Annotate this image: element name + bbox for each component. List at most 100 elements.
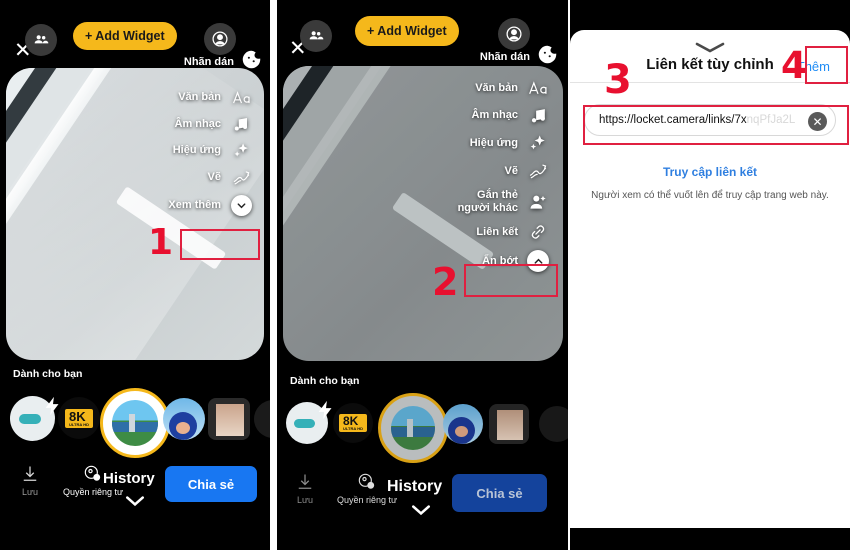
menu-item-label: Ẩn bớt xyxy=(482,254,518,267)
link-chain-icon[interactable] xyxy=(527,222,549,242)
menu-item-ve[interactable]: Vẽ xyxy=(164,164,256,191)
menu-item-label: Âm nhạc xyxy=(471,109,518,122)
chevron-down-icon[interactable] xyxy=(124,495,146,507)
bottom-bar xyxy=(570,528,850,550)
annotation-number-1: 1 xyxy=(148,222,174,263)
text-aa-icon[interactable] xyxy=(527,78,549,98)
helper-text: Người xem có thể vuốt lên để truy cập tr… xyxy=(591,190,829,201)
text-aa-icon[interactable] xyxy=(230,88,252,107)
chevron-down-circle-icon[interactable] xyxy=(230,195,252,216)
music-note-icon[interactable] xyxy=(230,115,252,133)
for-you-section-2: Dành cho bạn xyxy=(277,375,568,387)
phone-panel-1: ✕ + Add Widget Nhãn dán Văn bản Âm nhạc … xyxy=(0,0,270,550)
url-input-field[interactable]: https://locket.camera/links/7x nqPfJa2L … xyxy=(584,104,836,136)
share-button[interactable]: Chia sẻ xyxy=(165,466,257,502)
thumbnail-item[interactable]: 8K ULTRA HD xyxy=(58,397,100,439)
chevron-down-icon[interactable] xyxy=(410,504,432,516)
music-note-icon[interactable] xyxy=(527,106,549,125)
annotation-number-4: 4 xyxy=(781,44,807,87)
sticker-label: Nhãn dán xyxy=(183,56,234,68)
privacy-gear-icon xyxy=(84,465,101,481)
url-input-ghost: nqPfJa2L xyxy=(746,114,796,126)
thumbnail-item[interactable] xyxy=(163,398,205,440)
url-input-value: https://locket.camera/links/7x xyxy=(599,114,747,126)
share-button[interactable]: Chia sẻ xyxy=(452,474,547,512)
action-bar-1: Lưu Quyền riêng tư History Chia sẻ xyxy=(0,462,270,512)
menu-item-label: Hiệu ứng xyxy=(469,136,518,149)
thumbnail-item-selected[interactable] xyxy=(391,406,435,450)
thumbnail-item[interactable] xyxy=(539,406,568,442)
thumbnail-item[interactable] xyxy=(208,398,250,440)
menu-item-van-ban[interactable]: Văn bản xyxy=(442,74,553,102)
download-icon xyxy=(298,474,312,489)
save-action[interactable]: Lưu xyxy=(20,464,40,497)
scribble-icon[interactable] xyxy=(527,161,549,181)
action-bar-2: Lưu Quyền riêng tư History Chia sẻ xyxy=(277,470,568,522)
menu-item-label: Liên kết xyxy=(476,225,518,238)
privacy-label: Quyền riêng tư xyxy=(337,495,398,505)
history-label[interactable]: History xyxy=(387,478,442,496)
add-widget-label: + Add Widget xyxy=(367,24,447,38)
chevron-down-grabber-icon[interactable] xyxy=(693,40,727,54)
edit-menu-2: Văn bản Âm nhạc Hiệu ứng Vẽ Gắn thẻ ngườ… xyxy=(442,74,553,276)
friends-icon[interactable] xyxy=(25,24,57,56)
sticker-row-2[interactable]: Nhãn dán xyxy=(480,44,558,70)
bottom-bar xyxy=(0,534,270,550)
menu-item-hieu-ung[interactable]: Hiệu ứng xyxy=(164,137,256,164)
for-you-title: Dành cho bạn xyxy=(13,368,83,380)
save-action[interactable]: Lưu xyxy=(295,472,315,505)
photo-preview-1[interactable]: Văn bản Âm nhạc Hiệu ứng Vẽ Xem thêm xyxy=(6,68,264,360)
save-label: Lưu xyxy=(296,495,314,505)
menu-item-am-nhac[interactable]: Âm nhạc xyxy=(164,111,256,137)
menu-item-label: Xem thêm xyxy=(168,199,221,212)
edit-menu-1: Văn bản Âm nhạc Hiệu ứng Vẽ Xem thêm xyxy=(164,84,256,220)
clear-circle-icon[interactable]: ✕ xyxy=(808,112,827,131)
thumbnail-item-selected[interactable] xyxy=(112,400,158,446)
history-label[interactable]: History xyxy=(103,470,155,487)
thumbnail-item[interactable] xyxy=(254,400,270,438)
friends-icon[interactable] xyxy=(300,20,332,52)
menu-item-ve[interactable]: Vẽ xyxy=(442,157,553,185)
share-label: Chia sẻ xyxy=(476,485,523,501)
thumbnail-strip-1[interactable]: 8K ULTRA HD xyxy=(0,388,270,458)
thumbnail-item[interactable] xyxy=(443,404,483,444)
menu-item-gan-the[interactable]: Gắn thẻ người khác xyxy=(442,185,553,218)
menu-item-am-nhac[interactable]: Âm nhạc xyxy=(442,102,553,129)
phone-panel-2: ✕ + Add Widget Nhãn dán Văn bản Âm nhạc … xyxy=(277,0,568,550)
sticker-row-1[interactable]: Nhãn dán xyxy=(184,49,262,75)
chevron-up-circle-icon[interactable] xyxy=(527,250,549,273)
visit-link-button[interactable]: Truy cập liên kết xyxy=(570,165,850,179)
thumbnail-item[interactable]: 8K ULTRA HD xyxy=(333,403,373,443)
save-label: Lưu xyxy=(21,487,39,497)
menu-item-van-ban[interactable]: Văn bản xyxy=(164,84,256,111)
menu-item-label: Hiệu ứng xyxy=(172,144,221,157)
menu-item-label: Âm nhạc xyxy=(174,117,221,130)
for-you-section-1: Dành cho bạn xyxy=(0,368,270,380)
screenshot-stage: ✕ + Add Widget Nhãn dán Văn bản Âm nhạc … xyxy=(0,0,850,550)
custom-link-sheet: Liên kết tùy chỉnh Thêm https://locket.c… xyxy=(570,30,850,528)
menu-item-label: Vẽ xyxy=(504,164,518,177)
sticker-icon[interactable] xyxy=(537,44,558,70)
add-widget-button[interactable]: + Add Widget xyxy=(73,22,177,50)
bottom-bar xyxy=(277,534,568,550)
sticker-icon[interactable] xyxy=(241,49,262,75)
sparkles-icon[interactable] xyxy=(527,133,549,153)
privacy-gear-icon xyxy=(358,473,375,489)
xem-them-menu-item[interactable]: Xem thêm xyxy=(164,191,256,220)
tag-person-icon[interactable] xyxy=(527,192,549,212)
menu-item-label: Văn bản xyxy=(475,81,518,94)
status-bar xyxy=(0,0,270,18)
lien-ket-menu-item[interactable]: Liên kết xyxy=(442,218,553,246)
menu-item-label: Gắn thẻ người khác xyxy=(457,189,518,214)
menu-item-label: Vẽ xyxy=(207,171,221,184)
add-widget-label: + Add Widget xyxy=(85,29,165,43)
add-widget-button[interactable]: + Add Widget xyxy=(355,16,459,46)
scribble-icon[interactable] xyxy=(230,168,252,187)
menu-item-hieu-ung[interactable]: Hiệu ứng xyxy=(442,129,553,157)
thumbnail-item[interactable] xyxy=(489,404,529,444)
privacy-label: Quyền riêng tư xyxy=(63,487,124,497)
sparkles-icon[interactable] xyxy=(230,141,252,160)
menu-item-an-bot[interactable]: Ẩn bớt xyxy=(442,246,553,276)
thumbnail-strip-2[interactable]: 8K ULTRA HD xyxy=(277,392,568,463)
photo-preview-2[interactable]: Văn bản Âm nhạc Hiệu ứng Vẽ Gắn thẻ ngườ… xyxy=(283,66,563,361)
